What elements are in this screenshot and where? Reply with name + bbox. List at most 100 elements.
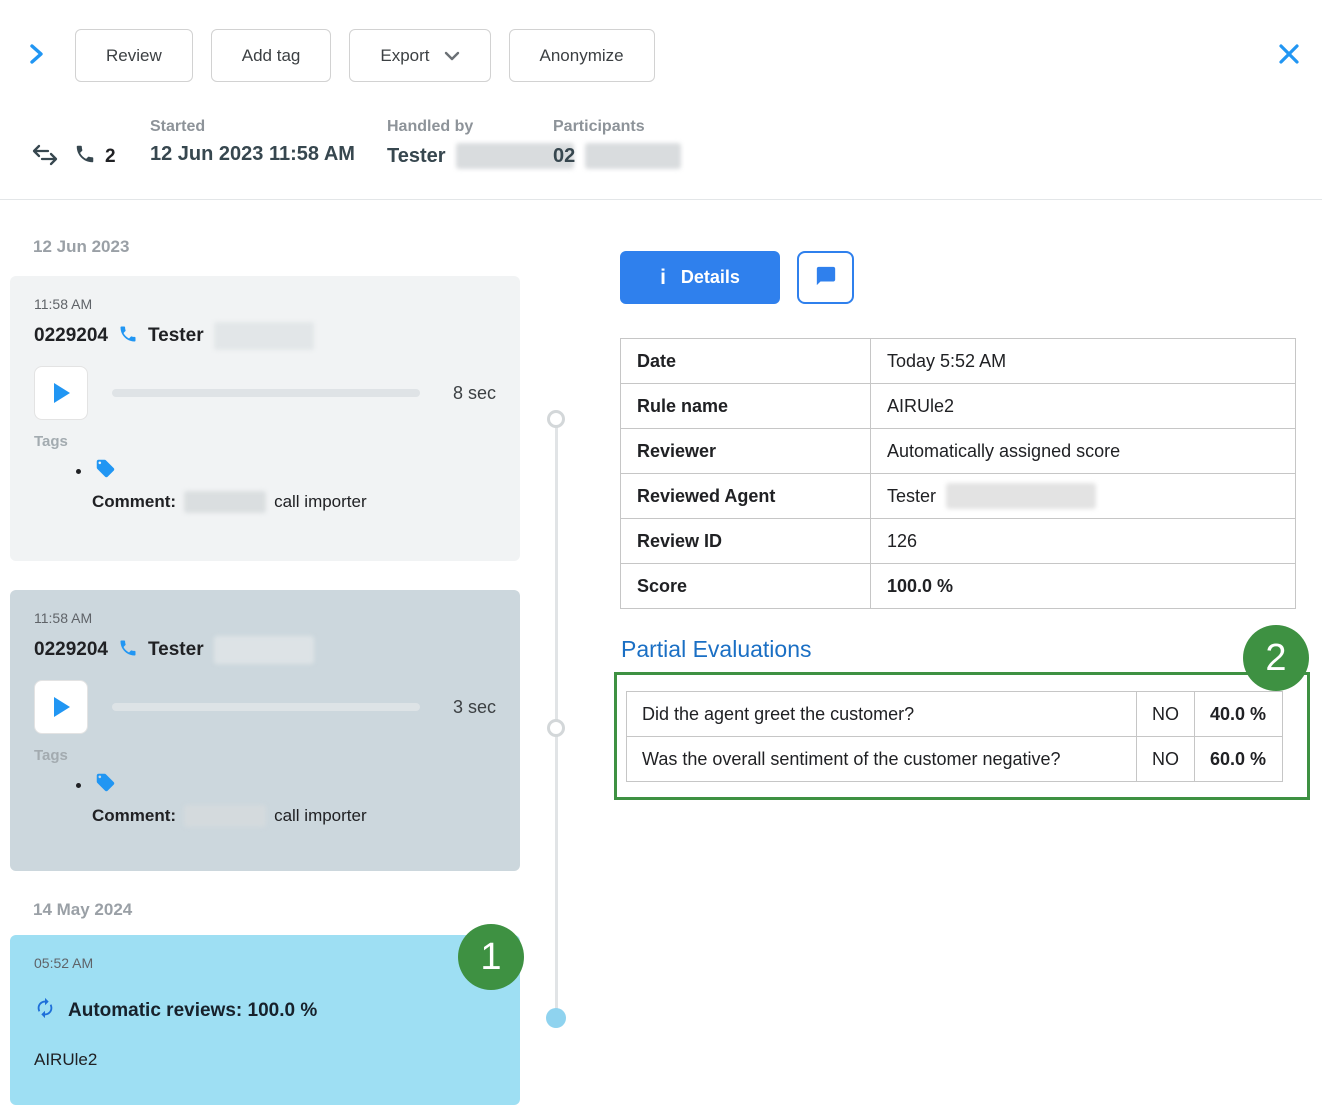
close-icon[interactable] — [1276, 41, 1304, 69]
comment-text: call importer — [274, 492, 367, 512]
review-button-label: Review — [106, 46, 162, 66]
phone-icon — [118, 638, 138, 663]
table-row: Score 100.0 % — [621, 564, 1296, 609]
export-button[interactable]: Export — [349, 29, 490, 82]
rule-name: AIRUle2 — [34, 1050, 496, 1070]
evaluation-question: Did the agent greet the customer? — [627, 692, 1137, 737]
tag-icon — [95, 772, 116, 798]
partial-evaluations-heading: Partial Evaluations — [621, 636, 812, 663]
comment-button[interactable] — [797, 251, 854, 304]
table-row: Reviewer Automatically assigned score — [621, 429, 1296, 474]
handled-by-label: Handled by — [387, 118, 574, 136]
bullet-icon — [76, 783, 81, 788]
timeline-card-call[interactable]: 11:58 AM 0229204 Tester 8 sec Tags Comme… — [10, 276, 520, 561]
row-label: Review ID — [621, 519, 871, 564]
details-button-label: Details — [681, 267, 740, 288]
call-number: 0229204 — [34, 325, 108, 347]
row-label: Reviewer — [621, 429, 871, 474]
call-count: 2 — [105, 146, 116, 168]
evaluation-row: Was the overall sentiment of the custome… — [627, 737, 1283, 782]
chevron-right-icon[interactable] — [22, 40, 50, 68]
row-label: Date — [621, 339, 871, 384]
play-button[interactable] — [34, 366, 88, 420]
annotation-badge-2: 2 — [1243, 625, 1309, 691]
comment-label: Comment: — [92, 492, 176, 512]
participants-column: Participants 02 — [553, 118, 681, 169]
anonymize-button-label: Anonymize — [540, 46, 624, 66]
row-value: AIRUle2 — [871, 384, 1296, 429]
table-row: Review ID 126 — [621, 519, 1296, 564]
timeline-date-heading: 14 May 2024 — [33, 900, 132, 920]
evaluation-answer: NO — [1137, 737, 1195, 782]
partial-evaluations-box: Did the agent greet the customer? NO 40.… — [614, 672, 1310, 800]
row-value: Automatically assigned score — [871, 429, 1296, 474]
toolbar: Review Add tag Export Anonymize — [75, 29, 655, 82]
partial-evaluations-table: Did the agent greet the customer? NO 40.… — [626, 691, 1283, 782]
call-number: 0229204 — [34, 639, 108, 661]
evaluation-question: Was the overall sentiment of the custome… — [627, 737, 1137, 782]
add-tag-button-label: Add tag — [242, 46, 301, 66]
row-label: Score — [621, 564, 871, 609]
add-tag-button[interactable]: Add tag — [211, 29, 332, 82]
handled-by-column: Handled by Tester — [387, 118, 574, 169]
handled-by-value: Tester — [387, 145, 446, 168]
score-value: 100.0 % — [871, 564, 1296, 609]
evaluation-score: 60.0 % — [1195, 737, 1283, 782]
row-value: Tester — [871, 474, 1296, 519]
export-button-label: Export — [380, 46, 429, 66]
swap-horizontal-icon — [32, 144, 58, 166]
bullet-icon — [76, 469, 81, 474]
started-label: Started — [150, 118, 355, 136]
call-duration: 8 sec — [444, 383, 496, 404]
evaluation-answer: NO — [1137, 692, 1195, 737]
table-row: Reviewed Agent Tester — [621, 474, 1296, 519]
details-button[interactable]: i Details — [620, 251, 780, 304]
tags-label: Tags — [34, 747, 496, 764]
header-divider — [0, 199, 1322, 200]
agent-name: Tester — [148, 325, 204, 347]
comment-label: Comment: — [92, 806, 176, 826]
call-review-panel: Review Add tag Export Anonymize 2 Starte… — [0, 0, 1322, 1107]
chevron-down-icon — [444, 46, 460, 66]
timeline-card-automatic-review[interactable]: 05:52 AM Automatic reviews: 100.0 % AIRU… — [10, 935, 520, 1105]
redacted-text — [585, 143, 681, 169]
review-time: 05:52 AM — [34, 955, 496, 971]
review-details-table: Date Today 5:52 AM Rule name AIRUle2 Rev… — [620, 338, 1296, 609]
row-value: 126 — [871, 519, 1296, 564]
redacted-text — [214, 322, 314, 350]
redacted-text — [214, 636, 314, 664]
table-row: Date Today 5:52 AM — [621, 339, 1296, 384]
audio-progress-bar[interactable] — [112, 389, 420, 397]
call-time: 11:58 AM — [34, 610, 496, 626]
audio-progress-bar[interactable] — [112, 703, 420, 711]
row-label: Reviewed Agent — [621, 474, 871, 519]
comment-text: call importer — [274, 806, 367, 826]
review-button[interactable]: Review — [75, 29, 193, 82]
automatic-review-title: Automatic reviews: 100.0 % — [68, 1000, 317, 1022]
timeline-card-call[interactable]: 11:58 AM 0229204 Tester 3 sec Tags Comme… — [10, 590, 520, 871]
play-button[interactable] — [34, 680, 88, 734]
participants-label: Participants — [553, 118, 681, 136]
phone-icon — [118, 324, 138, 349]
agent-name: Tester — [148, 639, 204, 661]
reviewed-agent-name: Tester — [887, 486, 936, 507]
participants-value: 02 — [553, 145, 575, 168]
info-icon: i — [660, 266, 666, 290]
call-count-group: 2 — [74, 143, 116, 170]
redacted-text — [184, 805, 266, 827]
annotation-badge-1: 1 — [458, 924, 524, 990]
started-value: 12 Jun 2023 11:58 AM — [150, 143, 355, 166]
timeline-dot — [547, 410, 565, 428]
phone-icon — [74, 143, 96, 170]
tag-icon — [95, 458, 116, 484]
timeline-dot-active — [546, 1008, 566, 1028]
call-time: 11:58 AM — [34, 296, 496, 312]
tags-label: Tags — [34, 433, 496, 450]
row-label: Rule name — [621, 384, 871, 429]
redacted-text — [184, 491, 266, 513]
table-row: Rule name AIRUle2 — [621, 384, 1296, 429]
auto-review-icon — [34, 997, 56, 1024]
started-column: Started 12 Jun 2023 11:58 AM — [150, 118, 355, 166]
evaluation-row: Did the agent greet the customer? NO 40.… — [627, 692, 1283, 737]
anonymize-button[interactable]: Anonymize — [509, 29, 655, 82]
